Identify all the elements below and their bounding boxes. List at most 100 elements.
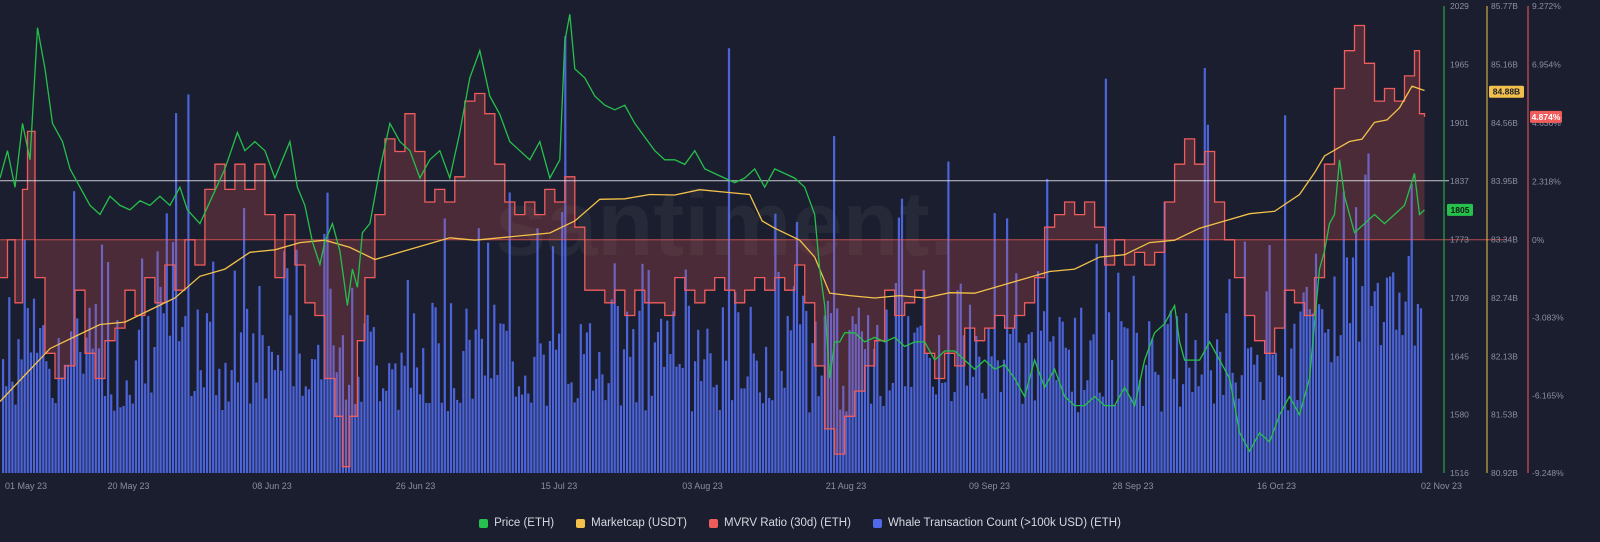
legend-item-whale[interactable]: Whale Transaction Count (>100k USD) (ETH…	[872, 517, 1121, 529]
whale-bar	[1308, 309, 1311, 473]
whale-bar	[76, 318, 79, 473]
whale-bar	[1138, 379, 1141, 473]
whale-bar	[870, 403, 873, 473]
whale-bar	[1246, 348, 1250, 473]
whale-bar	[292, 386, 295, 473]
whale-bar	[32, 298, 36, 473]
whale-bar	[116, 320, 119, 473]
whale-bar	[1141, 405, 1145, 473]
whale-bar	[1376, 282, 1379, 473]
whale-bar	[103, 396, 107, 473]
whale-bar	[134, 360, 137, 473]
whale-bar	[66, 364, 70, 473]
legend-item-marketcap[interactable]: Marketcap (USDT)	[576, 517, 687, 529]
legend-item-mvrv[interactable]: MVRV Ratio (30d) (ETH)	[708, 517, 851, 529]
whale-bar	[542, 354, 545, 473]
whale-bar	[20, 359, 23, 473]
whale-bar	[888, 390, 891, 473]
whale-bar	[622, 349, 626, 473]
whale-bar	[1392, 272, 1395, 473]
whale-bar	[687, 305, 690, 473]
whale-bar	[706, 328, 709, 473]
whale-bar	[227, 401, 230, 473]
whale-bar	[113, 410, 116, 473]
whale-bar	[1151, 338, 1154, 473]
whale-bar	[1259, 381, 1262, 473]
marketcap-tick-label: 85.77B	[1491, 1, 1518, 11]
whale-bar	[147, 316, 150, 473]
marketcap-tick-label: 84.56B	[1491, 118, 1518, 128]
whale-bar	[1172, 378, 1175, 473]
whale-bar	[406, 279, 409, 473]
whale-bar	[1373, 291, 1376, 473]
marketcap-tick-label: 82.13B	[1491, 351, 1518, 361]
whale-bar	[258, 285, 261, 473]
whale-bar	[443, 218, 446, 473]
whale-bar	[239, 332, 243, 473]
whale-bar	[369, 331, 372, 473]
whale-bar	[60, 377, 63, 473]
whale-bar	[786, 316, 789, 473]
whale-bar	[1095, 243, 1098, 473]
x-tick-label: 09 Sep 23	[969, 481, 1010, 491]
whale-bar	[1398, 292, 1401, 473]
mvrv-tick-label: 0%	[1532, 235, 1545, 245]
whale-bar	[14, 404, 17, 473]
whale-bar	[1324, 332, 1327, 473]
whale-bar	[1145, 365, 1148, 473]
mvrv-tick-label: -9.248%	[1532, 468, 1564, 478]
whale-bar	[1012, 328, 1015, 473]
whale-bar	[63, 364, 66, 473]
whale-bar	[1336, 356, 1339, 473]
whale-bar	[1327, 329, 1330, 473]
whale-bar	[474, 329, 477, 473]
whale-bar	[817, 396, 820, 473]
whale-bar	[724, 360, 728, 473]
whale-bar	[471, 398, 474, 473]
whale-bar	[675, 366, 678, 473]
whale-bar	[783, 387, 786, 473]
whale-bar	[891, 383, 894, 473]
whale-bar	[440, 402, 443, 473]
whale-bar	[1154, 371, 1157, 473]
whale-bar	[944, 382, 947, 473]
whale-bar	[1361, 286, 1364, 473]
whale-bar	[1203, 68, 1206, 473]
whale-bar	[718, 410, 721, 473]
whale-bar	[1339, 335, 1342, 473]
whale-bar	[459, 402, 462, 473]
whale-bar	[1086, 380, 1089, 473]
whale-bar	[694, 361, 697, 473]
whale-bar	[1027, 334, 1030, 473]
whale-bar	[755, 360, 758, 473]
whale-bar	[289, 315, 292, 473]
whale-bar	[1166, 324, 1169, 473]
whale-bar	[110, 394, 113, 473]
whale-bar	[703, 359, 706, 473]
whale-bar	[539, 343, 542, 473]
whale-bar	[780, 370, 783, 473]
legend-label-marketcap: Marketcap (USDT)	[591, 517, 687, 529]
legend-item-price[interactable]: Price (ETH)	[479, 517, 554, 529]
whale-bar	[663, 366, 666, 473]
whale-bar	[187, 94, 190, 474]
whale-bar	[218, 368, 221, 473]
whale-bar	[653, 342, 656, 473]
whale-bar	[558, 333, 561, 473]
whale-bar	[181, 326, 184, 473]
whale-bar	[11, 381, 14, 473]
whale-bar	[669, 354, 672, 473]
whale-bar	[1111, 360, 1114, 473]
whale-bar	[1358, 341, 1361, 473]
whale-bar	[249, 403, 252, 473]
whale-bar	[731, 400, 734, 473]
whale-bar	[221, 410, 224, 473]
whale-bar	[1049, 341, 1052, 473]
whale-bar	[990, 356, 993, 473]
whale-bar	[363, 323, 366, 473]
mvrv-tick-label: 9.272%	[1532, 1, 1561, 11]
x-tick-label: 15 Jul 23	[541, 481, 578, 491]
whale-bar	[1179, 406, 1182, 473]
whale-bar	[690, 411, 694, 473]
whale-bar	[1277, 375, 1280, 473]
